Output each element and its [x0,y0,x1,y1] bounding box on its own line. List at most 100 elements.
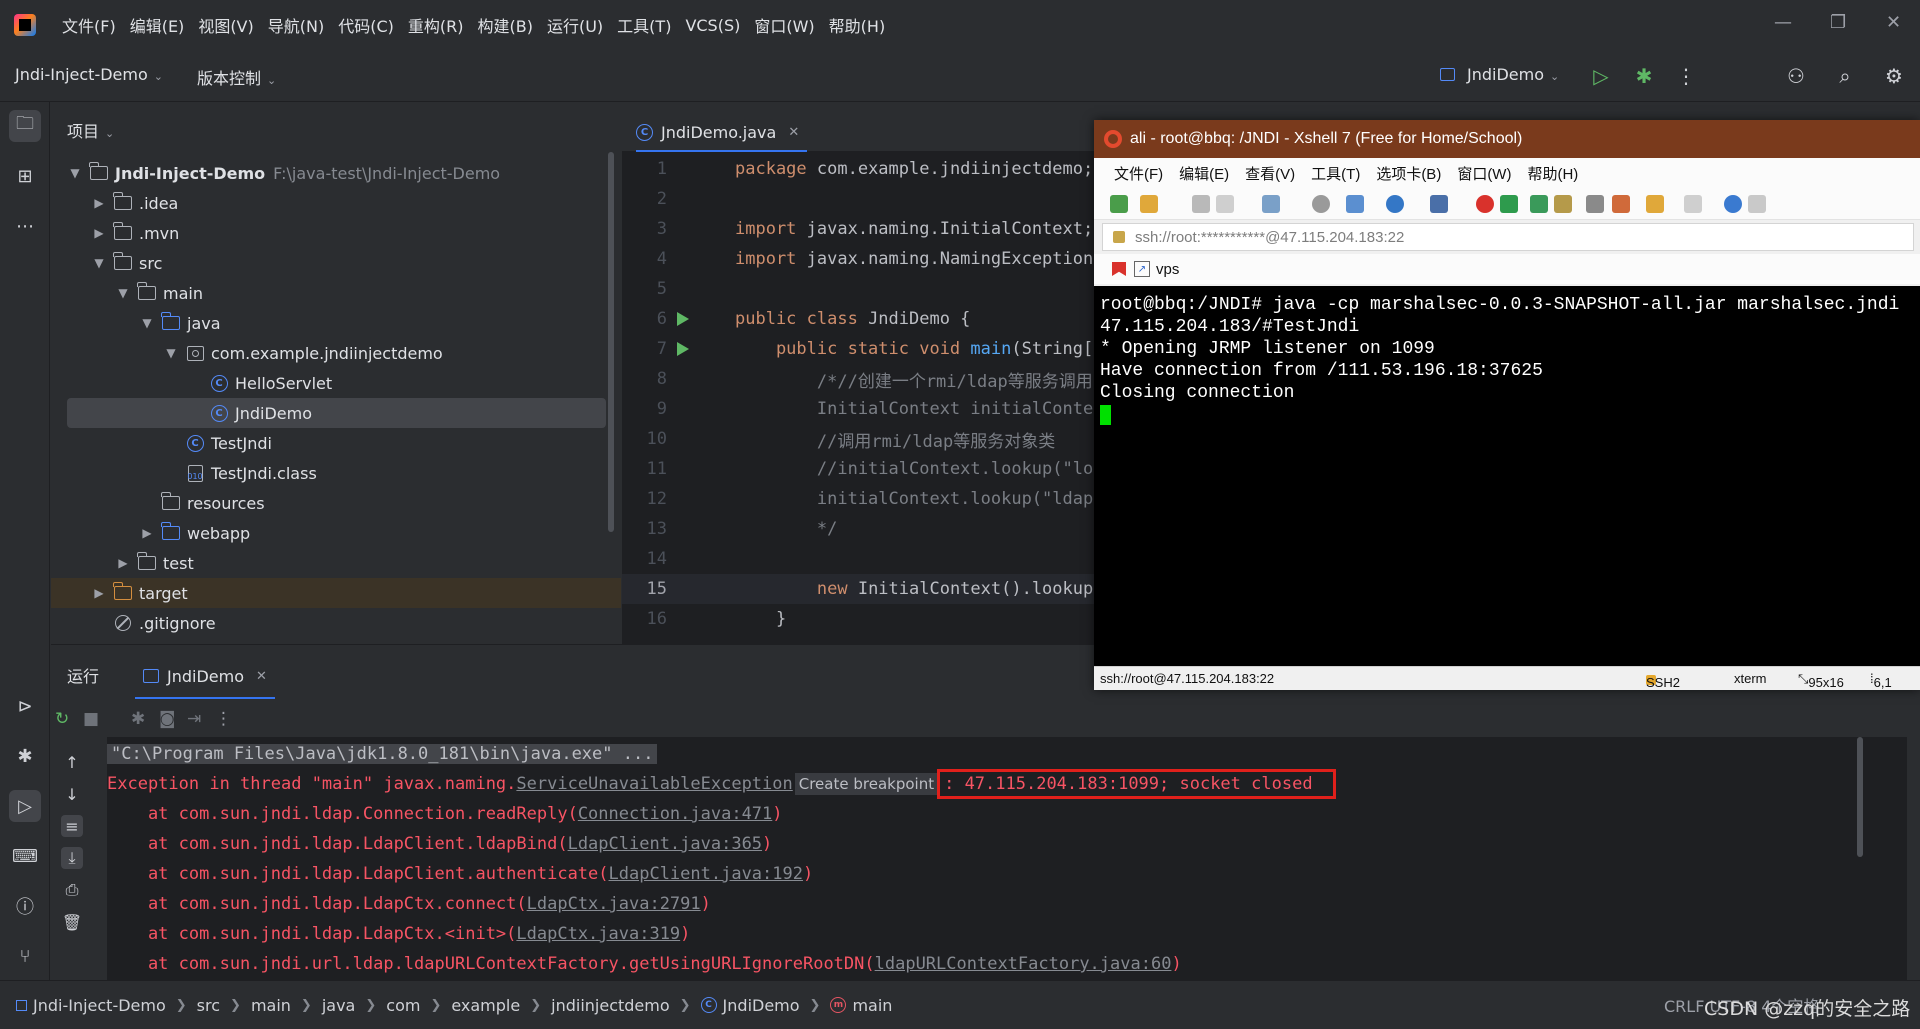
stack-frame-link[interactable]: LdapCtx.java:2791 [527,894,701,914]
stop-icon[interactable]: ■ [83,709,99,729]
debug-tool-icon[interactable]: ✱ [9,740,41,772]
search-icon[interactable]: ⌕ [1832,63,1858,89]
tree-item-testjndi[interactable]: C TestJndi [51,428,606,458]
expand-arrow-icon[interactable]: ▶ [115,556,131,570]
xshell-menu-help[interactable]: 帮助(H) [1527,163,1578,184]
xshell-address-bar[interactable]: ssh://root:***********@47.115.204.183:22 [1102,223,1914,251]
settings-icon[interactable]: ⚙ [1881,63,1907,89]
services-tool-icon[interactable]: ⊳ [9,690,41,722]
terminal-tool-icon[interactable]: ⌨ [9,840,41,872]
xftp-icon[interactable] [1500,195,1518,213]
create-breakpoint-link[interactable]: Create breakpoint [794,773,939,795]
more-tools-icon[interactable]: ⋯ [9,210,41,242]
xshell-menu-file[interactable]: 文件(F) [1114,163,1163,184]
xshell-menu-edit[interactable]: 编辑(E) [1179,163,1229,184]
close-tab-icon[interactable]: ✕ [256,669,267,684]
run-tool-icon[interactable]: ▷ [9,790,41,822]
soft-wrap-icon[interactable]: ≡ [61,815,83,837]
menu-refactor[interactable]: 重构(R) [408,13,464,37]
tree-item-main[interactable]: ▼ main [51,278,606,308]
lock-icon[interactable] [1554,195,1572,213]
connect-icon[interactable] [1192,195,1210,213]
script-icon[interactable] [1612,195,1630,213]
properties-icon[interactable] [1262,195,1280,213]
stack-frame-link[interactable]: ldapURLContextFactory.java:60 [875,954,1172,974]
exception-class-link[interactable]: ServiceUnavailableException [516,774,792,794]
breadcrumb-package[interactable]: jndiinjectdemo [551,996,670,1015]
menu-vcs[interactable]: VCS(S) [685,16,740,35]
structure-tool-icon[interactable]: ⊞ [9,160,41,192]
menu-view[interactable]: 视图(V) [198,13,253,37]
menu-help[interactable]: 帮助(H) [829,13,886,37]
expand-arrow-icon[interactable]: ▶ [91,196,107,210]
open-folder-icon[interactable] [1140,195,1158,213]
minimize-button[interactable]: — [1774,12,1792,33]
stack-frame-link[interactable]: LdapCtx.java:319 [516,924,680,944]
collapse-arrow-icon[interactable]: ▼ [163,346,179,360]
stack-frame-link[interactable]: LdapClient.java:365 [568,834,762,854]
run-gutter-icon[interactable] [677,342,689,356]
stack-frame-link[interactable]: LdapClient.java:192 [609,864,803,884]
tree-item-mvn[interactable]: ▶ .mvn [51,218,606,248]
collapse-arrow-icon[interactable]: ▼ [139,316,155,330]
console-output[interactable]: "C:\Program Files\Java\jdk1.8.0_181\bin\… [107,737,1907,981]
trash-icon[interactable]: 🗑 [61,911,83,933]
more-icon[interactable]: ⋮ [215,709,232,729]
xshell-menu-view[interactable]: 查看(V) [1245,163,1295,184]
run-tab-jndidemo[interactable]: JndiDemo ✕ [135,655,275,699]
xshell-icon[interactable] [1476,195,1494,213]
vcs-selector[interactable]: 版本控制 ⌄ [197,65,276,89]
git-tool-icon[interactable]: ⑂ [9,940,41,972]
menu-navigate[interactable]: 导航(N) [268,13,324,37]
tree-item-testjndi-class[interactable]: 010 TestJndi.class [51,458,606,488]
run-gutter-icon[interactable] [677,312,689,326]
xshell-menu-tools[interactable]: 工具(T) [1311,163,1360,184]
menu-code[interactable]: 代码(C) [338,13,394,37]
problems-tool-icon[interactable]: ⓘ [9,890,41,922]
breadcrumb-example[interactable]: example [451,996,520,1015]
menu-edit[interactable]: 编辑(E) [130,13,185,37]
rerun-icon[interactable]: ↻ [55,709,69,729]
layout-icon[interactable] [1684,195,1702,213]
collapse-arrow-icon[interactable]: ▼ [91,256,107,270]
project-scrollbar[interactable] [608,152,614,532]
chat-icon[interactable] [1748,195,1766,213]
restore-button[interactable]: ❐ [1830,12,1846,33]
tree-item-jndidemo[interactable]: C JndiDemo [67,398,606,428]
xshell-menu-window[interactable]: 窗口(W) [1457,163,1511,184]
tab-jndidemo-java[interactable]: C JndiDemo.java ✕ [636,114,808,152]
find-icon[interactable] [1312,195,1330,213]
scroll-to-end-icon[interactable]: ⤓ [61,847,83,869]
breadcrumb-com[interactable]: com [386,996,420,1015]
tree-item-helloservlet[interactable]: C HelloServlet [51,368,606,398]
up-arrow-icon[interactable]: ↑ [61,751,83,773]
menu-tools[interactable]: 工具(T) [617,13,671,37]
xshell-tab-vps[interactable]: vps [1156,261,1179,278]
xshell-menu-tabs[interactable]: 选项卡(B) [1376,163,1441,184]
tree-item-webapp[interactable]: ▶ webapp [51,518,606,548]
debug-icon[interactable]: ✱ [131,709,145,729]
xshell-window[interactable]: ali - root@bbq: /JNDI - Xshell 7 (Free f… [1094,120,1920,690]
exit-icon[interactable]: ⇥ [187,709,201,729]
tree-item-package[interactable]: ▼ com.example.jndiinjectdemo [51,338,606,368]
new-session-icon[interactable] [1110,195,1128,213]
menu-file[interactable]: 文件(F) [62,13,116,37]
print-icon[interactable]: ⎙ [61,879,83,901]
transfer-icon[interactable] [1346,195,1364,213]
project-selector[interactable]: Jndi-Inject-Demo ⌄ [15,65,163,84]
tree-item-java[interactable]: ▼ java [51,308,606,338]
tree-item-root[interactable]: ▼ Jndi-Inject-Demo F:\java-test\Jndi-Inj… [51,158,606,188]
project-panel-header[interactable]: 项目 ⌄ [67,118,114,142]
menu-run[interactable]: 运行(U) [547,13,603,37]
close-window-button[interactable]: ✕ [1886,12,1901,33]
expand-arrow-icon[interactable]: ▶ [91,586,107,600]
tree-item-gitignore[interactable]: .gitignore [51,608,606,638]
tree-item-idea[interactable]: ▶ .idea [51,188,606,218]
disconnect-icon[interactable] [1216,195,1234,213]
run-icon[interactable]: ▷ [1588,63,1614,89]
help-icon[interactable] [1724,195,1742,213]
collapse-arrow-icon[interactable]: ▼ [67,166,83,180]
breadcrumb-main[interactable]: main [251,996,291,1015]
debug-icon[interactable]: ✱ [1631,63,1657,89]
breadcrumb-class[interactable]: JndiDemo [723,996,800,1015]
